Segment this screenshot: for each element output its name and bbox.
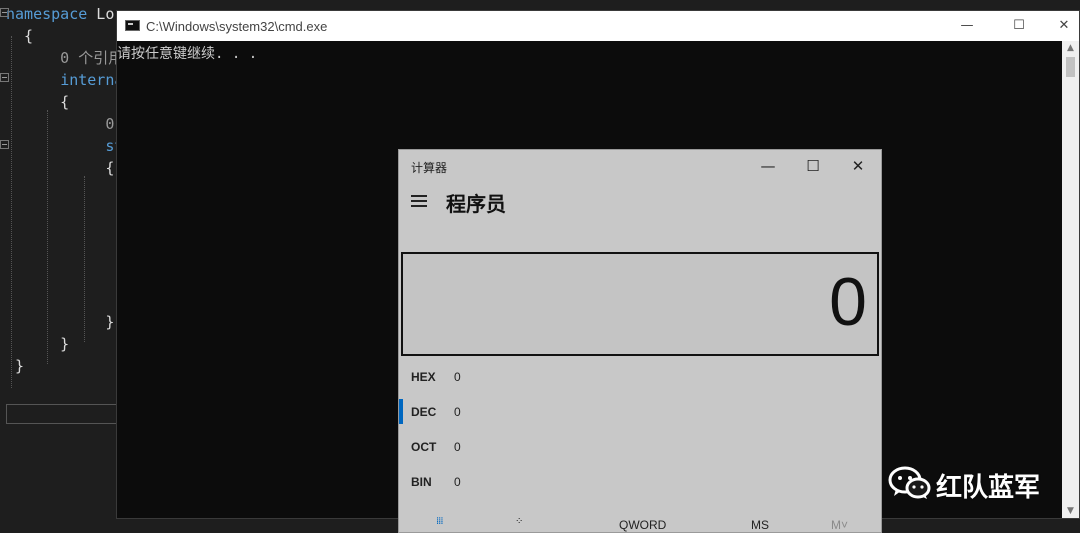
code-token: }: [6, 335, 70, 353]
radix-label: DEC: [411, 405, 437, 419]
cmd-window-title: C:\Windows\system32\cmd.exe: [146, 19, 328, 34]
bit-toggle-keypad-icon[interactable]: ⁘: [515, 517, 529, 531]
memory-store-button[interactable]: MS: [751, 518, 769, 532]
code-line: }: [6, 311, 114, 333]
fold-toggle-icon[interactable]: [0, 8, 9, 17]
scroll-up-arrow-icon[interactable]: ▲: [1062, 43, 1079, 53]
full-keypad-icon[interactable]: ⁞⁞⁞: [436, 517, 450, 531]
console-icon: [125, 20, 140, 31]
code-token: Lo: [87, 5, 115, 23]
scroll-down-arrow-icon[interactable]: ▼: [1062, 506, 1079, 516]
radix-row-oct[interactable]: OCT 0: [399, 430, 881, 464]
code-token: {: [6, 159, 115, 177]
code-line: {: [6, 157, 114, 179]
calculator-display: 0: [401, 252, 879, 356]
indent-guide: [47, 110, 48, 364]
calculator-mode-title: 程序员: [446, 194, 506, 216]
watermark-text: 红队蓝军: [936, 473, 1041, 503]
code-line: internal: [6, 69, 132, 91]
fold-toggle-icon[interactable]: [0, 73, 9, 82]
radix-label: OCT: [411, 440, 437, 454]
code-line: }: [6, 355, 24, 377]
code-token: 0 个引用: [6, 49, 124, 67]
radix-value: 0: [454, 475, 461, 489]
cmd-output-text: 请按任意键继续. . .: [117, 46, 258, 62]
calculator-window[interactable]: 计算器 — ☐ ✕ 程序员 0 HEX 0 DEC 0 OCT 0 BIN 0 …: [398, 149, 882, 533]
radix-row-bin[interactable]: BIN 0: [399, 465, 881, 499]
radix-value: 0: [454, 440, 461, 454]
cmd-titlebar[interactable]: C:\Windows\system32\cmd.exe — ☐ ✕: [117, 11, 1079, 41]
radix-row-dec[interactable]: DEC 0: [399, 395, 881, 429]
cmd-close-button[interactable]: ✕: [1041, 11, 1080, 41]
code-token: namespace: [6, 5, 88, 23]
calc-close-button[interactable]: ✕: [835, 152, 881, 180]
code-token: }: [6, 357, 25, 375]
calc-minimize-button[interactable]: —: [745, 152, 791, 180]
cmd-minimize-button[interactable]: —: [944, 11, 990, 41]
calc-maximize-button[interactable]: ☐: [790, 152, 836, 180]
calculator-bottom-toolbar: ⁞⁞⁞ ⁘ QWORD MS M˅: [399, 514, 881, 533]
indent-guide: [84, 176, 85, 342]
editor-horizontal-scrollbar[interactable]: [6, 404, 118, 424]
cmd-vertical-scrollbar[interactable]: ▲ ▼: [1062, 41, 1079, 518]
code-line: {: [6, 91, 69, 113]
scroll-thumb[interactable]: [1066, 57, 1075, 77]
wechat-icon: [888, 466, 931, 499]
hamburger-menu-icon[interactable]: [411, 195, 427, 207]
code-line: }: [6, 333, 69, 355]
radix-selected-indicator: [399, 399, 403, 424]
radix-value: 0: [454, 405, 461, 419]
radix-label: BIN: [411, 475, 432, 489]
memory-list-button[interactable]: M˅: [831, 518, 848, 532]
code-token: {: [6, 93, 70, 111]
radix-row-hex[interactable]: HEX 0: [399, 360, 881, 394]
radix-value: 0: [454, 370, 461, 384]
word-size-button[interactable]: QWORD: [619, 518, 666, 532]
radix-label: HEX: [411, 370, 436, 384]
display-value: 0: [829, 264, 867, 340]
calculator-title: 计算器: [411, 161, 448, 175]
indent-guide: [11, 36, 12, 388]
cmd-maximize-button[interactable]: ☐: [996, 11, 1042, 41]
code-line: 0 个引用: [6, 47, 123, 69]
code-line: namespace Lo: [6, 3, 114, 25]
code-token: }: [6, 313, 115, 331]
fold-toggle-icon[interactable]: [0, 140, 9, 149]
